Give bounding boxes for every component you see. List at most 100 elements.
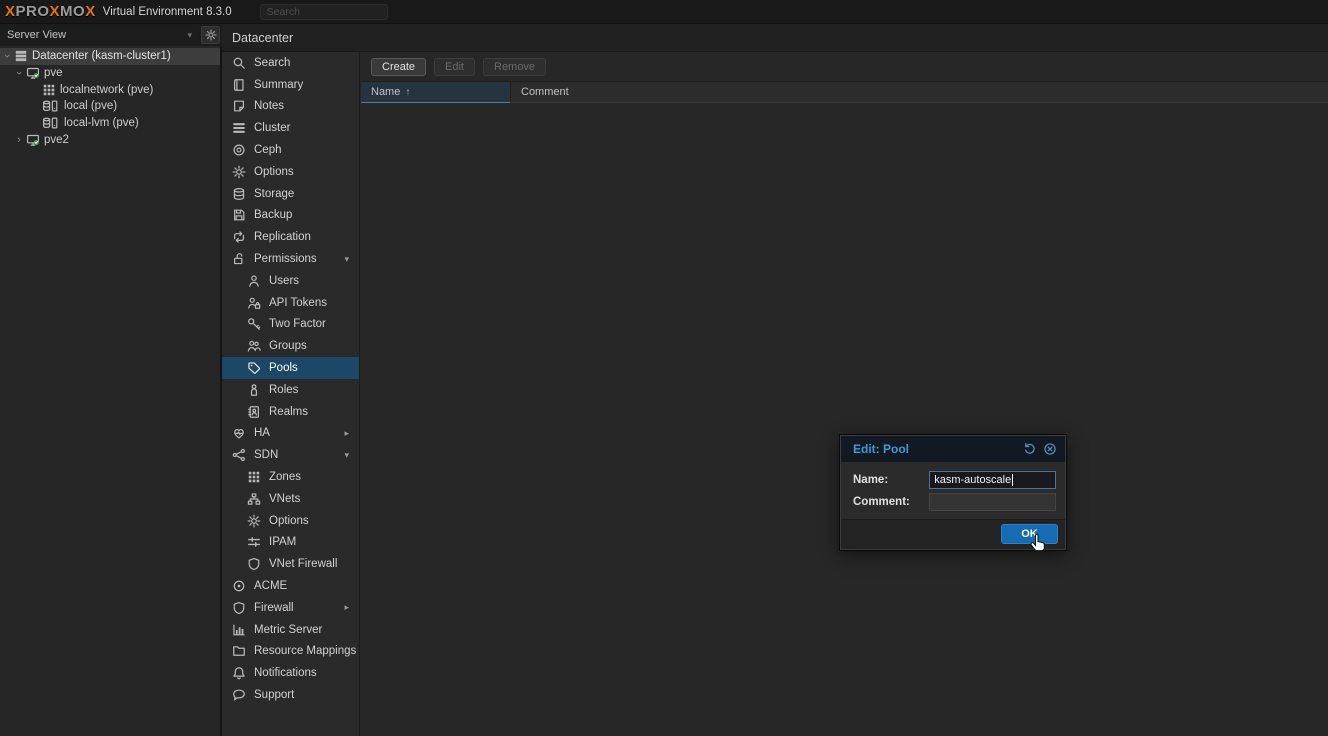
nav-item-ipam[interactable]: IPAM bbox=[222, 532, 359, 554]
page-title: Datacenter bbox=[232, 31, 293, 45]
tree-item-label: pve2 bbox=[44, 134, 69, 146]
nav-item-label: Search bbox=[254, 57, 290, 69]
nav-item-storage[interactable]: Storage bbox=[222, 183, 359, 205]
nav-item-sdn[interactable]: SDN ▾ bbox=[222, 444, 359, 466]
nav-item-resource-mappings[interactable]: Resource Mappings bbox=[222, 641, 359, 663]
nav-item-replication[interactable]: Replication bbox=[222, 226, 359, 248]
close-icon[interactable] bbox=[1043, 442, 1057, 456]
proxmox-logo: XPROXMOX bbox=[5, 3, 96, 20]
name-field[interactable]: kasm-autoscale bbox=[929, 471, 1056, 489]
view-selector-label: Server View bbox=[7, 29, 66, 41]
tree-expander-icon[interactable]: › bbox=[13, 68, 25, 78]
nav-item-label: Notes bbox=[254, 100, 284, 112]
nav-item-label: Groups bbox=[269, 340, 307, 352]
nav-item-options[interactable]: Options bbox=[222, 161, 359, 183]
groups-icon bbox=[247, 339, 261, 353]
nav-item-users[interactable]: Users bbox=[222, 270, 359, 292]
user-icon bbox=[247, 274, 261, 288]
storage-drive-icon bbox=[42, 99, 60, 113]
nav-item-vnets[interactable]: VNets bbox=[222, 488, 359, 510]
tree-item-label: local-lvm (pve) bbox=[64, 117, 139, 129]
chevron-down-icon: ▾ bbox=[344, 254, 349, 265]
support-icon bbox=[232, 688, 246, 702]
nav-item-groups[interactable]: Groups bbox=[222, 335, 359, 357]
nav-item-label: Ceph bbox=[254, 144, 282, 156]
nav-item-label: Options bbox=[254, 166, 294, 178]
tree-item-label: local (pve) bbox=[64, 100, 117, 112]
undo-icon[interactable] bbox=[1023, 442, 1037, 456]
tree-item[interactable]: › pve bbox=[0, 65, 220, 82]
nav-item-label: ACME bbox=[254, 580, 287, 592]
datacenter-icon bbox=[14, 49, 28, 63]
summary-icon bbox=[232, 78, 246, 92]
nav-item-metric-server[interactable]: Metric Server bbox=[222, 619, 359, 641]
tree-expander-icon[interactable]: › bbox=[14, 134, 24, 146]
column-header-comment[interactable]: Comment bbox=[511, 82, 1328, 102]
nav-item-zones[interactable]: Zones bbox=[222, 466, 359, 488]
nav-item-notifications[interactable]: Notifications bbox=[222, 662, 359, 684]
tree-settings-button[interactable] bbox=[201, 26, 220, 44]
hand-pointer-icon bbox=[1027, 531, 1050, 557]
nav-item-ceph[interactable]: Ceph bbox=[222, 139, 359, 161]
nav-item-acme[interactable]: ACME bbox=[222, 575, 359, 597]
nav-item-label: Backup bbox=[254, 209, 292, 221]
dialog-body: Name: kasm-autoscale Comment: bbox=[841, 462, 1065, 519]
replication-icon bbox=[232, 230, 246, 244]
nav-item-ha[interactable]: HA▸ bbox=[222, 423, 359, 445]
nav-item-realms[interactable]: Realms bbox=[222, 401, 359, 423]
storage-drive-icon bbox=[42, 116, 60, 130]
view-selector-dropdown[interactable]: Server View ▾ bbox=[1, 26, 198, 44]
ceph-icon bbox=[232, 143, 246, 157]
tree-item-label: pve bbox=[44, 67, 63, 79]
nav-item-label: Options bbox=[269, 515, 309, 527]
tree-item[interactable]: ›Datacenter (kasm-cluster1) bbox=[0, 48, 220, 65]
sort-ascending-icon: ↑ bbox=[405, 87, 410, 98]
brand-letter: X bbox=[85, 3, 96, 20]
nav-item-options[interactable]: Options bbox=[222, 510, 359, 532]
nav-item-label: Summary bbox=[254, 79, 303, 91]
nav-item-summary[interactable]: Summary bbox=[222, 74, 359, 96]
options-icon bbox=[232, 165, 246, 179]
column-header-name[interactable]: Name↑ bbox=[361, 82, 511, 103]
nav-item-label: Cluster bbox=[254, 122, 290, 134]
tree-item[interactable]: local (pve) bbox=[0, 98, 220, 115]
cluster-icon bbox=[232, 121, 246, 135]
nav-item-backup[interactable]: Backup bbox=[222, 205, 359, 227]
tree-expander-icon[interactable]: › bbox=[1, 51, 13, 61]
chevron-down-icon: ▾ bbox=[187, 30, 192, 41]
chevron-down-icon: ▾ bbox=[344, 450, 349, 461]
pools-toolbar: CreateEditRemove bbox=[361, 52, 1328, 81]
nav-item-firewall[interactable]: Firewall▸ bbox=[222, 597, 359, 619]
nav-item-api-tokens[interactable]: API Tokens bbox=[222, 292, 359, 314]
nav-item-two-factor[interactable]: Two Factor bbox=[222, 314, 359, 336]
name-field-value: kasm-autoscale bbox=[934, 474, 1011, 486]
pools-icon bbox=[247, 361, 261, 375]
nav-item-search[interactable]: Search bbox=[222, 52, 359, 74]
nav-item-vnet-firewall[interactable]: VNet Firewall bbox=[222, 553, 359, 575]
pools-table-header: Name↑Comment bbox=[361, 81, 1328, 103]
realms-icon bbox=[247, 405, 261, 419]
create-button[interactable]: Create bbox=[371, 58, 426, 76]
node-icon bbox=[26, 66, 40, 80]
nav-item-label: API Tokens bbox=[269, 297, 327, 309]
comment-field[interactable] bbox=[929, 493, 1056, 511]
nav-item-label: SDN bbox=[254, 449, 278, 461]
tree-item[interactable]: localnetwork (pve) bbox=[0, 81, 220, 98]
tree-item[interactable]: › pve2 bbox=[0, 131, 220, 148]
nav-item-cluster[interactable]: Cluster bbox=[222, 117, 359, 139]
nav-item-pools[interactable]: Pools bbox=[222, 357, 359, 379]
global-search-input[interactable] bbox=[260, 4, 388, 20]
nav-item-label: Notifications bbox=[254, 667, 317, 679]
remove-button: Remove bbox=[483, 58, 546, 76]
nav-item-label: Support bbox=[254, 689, 294, 701]
nav-item-roles[interactable]: Roles bbox=[222, 379, 359, 401]
tree-item[interactable]: local-lvm (pve) bbox=[0, 115, 220, 132]
nav-item-notes[interactable]: Notes bbox=[222, 96, 359, 118]
options-icon bbox=[247, 514, 261, 528]
nav-item-permissions[interactable]: Permissions▾ bbox=[222, 248, 359, 270]
brand-letter: X bbox=[5, 3, 16, 20]
nav-item-label: Replication bbox=[254, 231, 311, 243]
brand-letter: MO bbox=[60, 3, 85, 20]
nav-item-support[interactable]: Support bbox=[222, 684, 359, 706]
dialog-title-bar[interactable]: Edit: Pool bbox=[841, 436, 1065, 462]
